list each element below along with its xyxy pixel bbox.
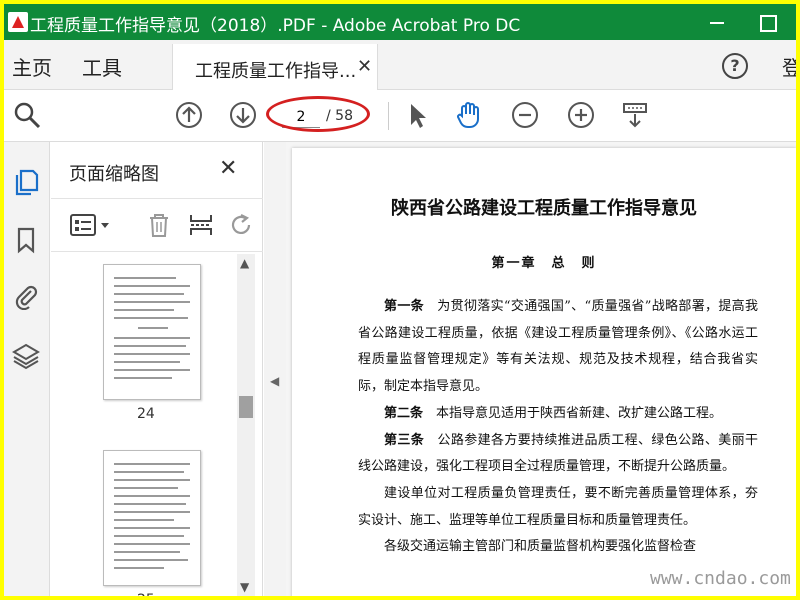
panel-toolbar (51, 198, 263, 252)
chapter-heading: 第一章 总 则 (491, 256, 597, 271)
app-window: 工程质量工作指导意见（2018）.PDF - Adobe Acrobat Pro… (4, 4, 796, 596)
article-lead: 第二条 (384, 405, 424, 421)
article-lead: 第三条 (384, 432, 425, 448)
next-page-icon[interactable] (228, 100, 258, 130)
tab-home[interactable]: 主页 (12, 52, 52, 81)
document-viewport: 陕西省公路建设工程质量工作指导意见 第一章 总 则 第一条 为贯彻落实“交通强国… (286, 142, 796, 596)
signin-link[interactable]: 登 (782, 52, 796, 81)
menu-tab-bar: 主页 工具 工程质量工作指导... ✕ ? 登 (4, 40, 796, 90)
article-lead: 第一条 (384, 299, 424, 314)
document-page: 陕西省公路建设工程质量工作指导意见 第一章 总 则 第一条 为贯彻落实“交通强国… (292, 148, 796, 596)
maximize-button[interactable] (744, 4, 790, 40)
thumbnail-page-number: 24 (137, 406, 155, 422)
paragraph: 第三条 公路参建各方要持续推进品质工程、绿色公路、美丽干线公路建设，强化工程项目… (358, 428, 758, 481)
hand-tool-icon[interactable] (454, 100, 484, 130)
close-panel-icon[interactable]: ✕ (219, 156, 237, 181)
thumbnail-list: 24 25 (51, 254, 237, 596)
paragraph: 各级交通运输主管部门和质量监督机构要强化监督检查 (358, 534, 758, 561)
page-thumbnails-icon[interactable] (12, 168, 40, 196)
scroll-up-icon[interactable]: ▲ (240, 256, 249, 270)
toolbar-divider (388, 102, 389, 130)
window-title: 工程质量工作指导意见（2018）.PDF - Adobe Acrobat Pro… (30, 16, 521, 36)
paragraph: 建设单位对工程质量负管理责任，要不断完善质量管理体系，夯实设计、施工、监理等单位… (358, 481, 758, 534)
panel-title: 页面缩略图 (69, 164, 159, 185)
close-tab-icon[interactable]: ✕ (357, 56, 372, 77)
document-tab-label: 工程质量工作指导... (195, 61, 357, 82)
scroll-down-icon[interactable]: ▼ (240, 580, 249, 594)
attachment-icon[interactable] (12, 282, 40, 310)
navigation-rail (4, 142, 50, 596)
collapse-arrow-icon: ◀ (270, 374, 280, 388)
thumbnails-panel: 页面缩略图 ✕ 24 ▲ ▼ (51, 142, 263, 596)
options-menu-icon[interactable] (69, 211, 113, 239)
page-thumbnail[interactable] (103, 450, 201, 586)
panel-collapse-handle[interactable]: ◀ (264, 142, 286, 596)
help-icon[interactable]: ? (722, 53, 748, 79)
minimize-button[interactable] (694, 4, 740, 40)
paragraph: 第二条 本指导意见适用于陕西省新建、改扩建公路工程。 (358, 401, 758, 428)
search-icon[interactable] (12, 100, 42, 130)
page-thumbnail[interactable] (103, 264, 201, 400)
page-display-icon[interactable] (620, 100, 650, 130)
paragraph: 第一条 为贯彻落实“交通强国”、“质量强省”战略部署，提高我省公路建设工程质量，… (358, 294, 758, 401)
scroll-thumb[interactable] (239, 396, 253, 418)
paragraph-text: 本指导意见适用于陕西省新建、改扩建公路工程。 (423, 405, 723, 421)
thumbnail-page-number: 25 (137, 592, 155, 596)
zoom-in-icon[interactable] (566, 100, 596, 130)
zoom-out-icon[interactable] (510, 100, 540, 130)
insert-page-icon[interactable] (187, 211, 215, 239)
delete-icon[interactable] (145, 211, 173, 239)
title-bar: 工程质量工作指导意见（2018）.PDF - Adobe Acrobat Pro… (4, 4, 796, 40)
document-tab[interactable]: 工程质量工作指导... ✕ (172, 44, 378, 90)
bookmark-icon[interactable] (12, 226, 40, 254)
site-watermark: www.cndao.com (650, 568, 791, 589)
layers-icon[interactable] (12, 342, 40, 370)
document-title: 陕西省公路建设工程质量工作指导意见 (391, 198, 697, 219)
acrobat-icon (8, 12, 28, 32)
paragraph-text: 建设单位对工程质量负管理责任，要不断完善质量管理体系，夯实设计、施工、监理等单位… (358, 485, 758, 528)
highlight-ellipse (266, 96, 370, 132)
tab-tools[interactable]: 工具 (82, 52, 122, 81)
select-cursor-icon[interactable] (402, 100, 432, 130)
thumbnail-scrollbar[interactable]: ▲ ▼ (237, 254, 255, 596)
previous-page-icon[interactable] (174, 100, 204, 130)
rotate-icon[interactable] (227, 211, 255, 239)
toolbar: / 58 (4, 90, 796, 142)
paragraph-text: 各级交通运输主管部门和质量监督机构要强化监督检查 (384, 539, 697, 555)
document-body: 第一条 为贯彻落实“交通强国”、“质量强省”战略部署，提高我省公路建设工程质量，… (358, 294, 758, 561)
